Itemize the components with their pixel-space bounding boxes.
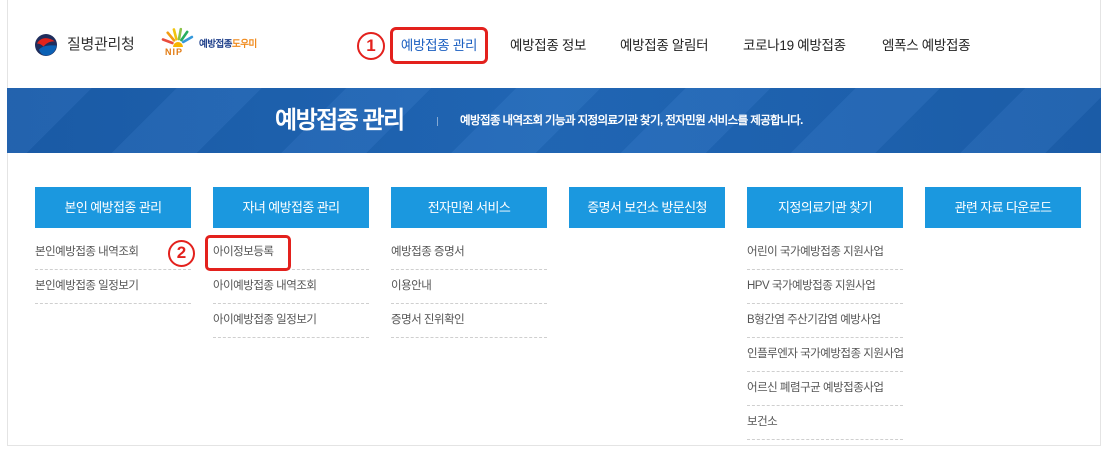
menu-column-self: 본인 예방접종 관리 본인예방접종 내역조회 본인예방접종 일정보기 — [35, 187, 191, 304]
sub-menu-list: 본인예방접종 내역조회 본인예방접종 일정보기 — [35, 236, 191, 304]
menu-column-certificate-visit: 증명서 보건소 방문신청 — [569, 187, 725, 228]
nav-item-mpox-vaccination[interactable]: 엠폭스 예방접종 — [882, 27, 971, 64]
agency-name[interactable]: 질병관리청 — [67, 33, 135, 57]
banner-separator — [437, 117, 438, 126]
sub-menu-item[interactable]: 아이예방접종 일정보기 — [213, 304, 369, 338]
kdca-logo-icon[interactable] — [34, 33, 58, 57]
sub-menu-item[interactable]: HPV 국가예방접종 지원사업 — [747, 270, 903, 304]
menu-button-designated-clinic[interactable]: 지정의료기관 찾기 — [747, 187, 903, 228]
sub-menu-item[interactable]: B형간염 주산기감염 예방사업 — [747, 304, 903, 338]
nip-logo-text-accent: 도우미 — [231, 39, 257, 50]
step-marker-2: 2 — [168, 240, 195, 267]
highlight-box-nav — [390, 27, 488, 64]
menu-button-downloads[interactable]: 관련 자료 다운로드 — [925, 187, 1081, 228]
sub-menu-list: 어린이 국가예방접종 지원사업 HPV 국가예방접종 지원사업 B형간염 주산기… — [747, 236, 904, 440]
site-header: 질병관리청 NIP 예방접종도우미 예방접종 관리 예방접종 정보 예방접종 알… — [0, 0, 1107, 88]
sub-menu-item[interactable]: 인플루엔자 국가예방접종 지원사업 — [747, 338, 904, 372]
highlight-box-child-register — [205, 235, 291, 271]
nip-badge: NIP — [165, 47, 184, 57]
page-title: 예방접종 관리 — [275, 107, 405, 134]
nav-item-covid19-vaccination[interactable]: 코로나19 예방접종 — [743, 27, 846, 64]
menu-column-e-civil: 전자민원 서비스 예방접종 증명서 이용안내 증명서 진위확인 — [391, 187, 547, 338]
menu-column-downloads: 관련 자료 다운로드 — [925, 187, 1081, 228]
nav-item-vaccination-notice[interactable]: 예방접종 알림터 — [620, 27, 709, 64]
sub-menu-list: 예방접종 증명서 이용안내 증명서 진위확인 — [391, 236, 547, 338]
sub-menu-item[interactable]: 예방접종 증명서 — [391, 236, 547, 270]
menu-button-e-civil-service[interactable]: 전자민원 서비스 — [391, 187, 547, 228]
sub-menu-item[interactable]: 아이예방접종 내역조회 — [213, 270, 369, 304]
sub-menu-item[interactable]: 보건소 — [747, 406, 903, 440]
menu-column-designated-clinic: 지정의료기관 찾기 어린이 국가예방접종 지원사업 HPV 국가예방접종 지원사… — [747, 187, 904, 440]
sub-menu-item[interactable]: 본인예방접종 일정보기 — [35, 270, 191, 304]
nav-item-vaccination-info[interactable]: 예방접종 정보 — [510, 27, 586, 64]
sun-rays-icon[interactable] — [160, 23, 196, 49]
step-marker-1: 1 — [357, 32, 385, 60]
nip-logo-text[interactable]: 예방접종도우미 — [199, 39, 257, 51]
sub-menu-item[interactable]: 어린이 국가예방접종 지원사업 — [747, 236, 903, 270]
sub-menu-item[interactable]: 어르신 폐렴구균 예방접종사업 — [747, 372, 903, 406]
sub-menu-item[interactable]: 증명서 진위확인 — [391, 304, 547, 338]
nip-logo-text-main: 예방접종 — [199, 39, 232, 50]
menu-button-child-vaccination[interactable]: 자녀 예방접종 관리 — [213, 187, 369, 228]
sub-menu-item[interactable]: 이용안내 — [391, 270, 547, 304]
page-banner: 예방접종 관리 예방접종 내역조회 기능과 지정의료기관 찾기, 전자민원 서비… — [7, 88, 1101, 153]
page-description: 예방접종 내역조회 기능과 지정의료기관 찾기, 전자민원 서비스를 제공합니다… — [460, 115, 803, 127]
menu-button-self-vaccination[interactable]: 본인 예방접종 관리 — [35, 187, 191, 228]
menu-button-certificate-visit[interactable]: 증명서 보건소 방문신청 — [569, 187, 725, 228]
